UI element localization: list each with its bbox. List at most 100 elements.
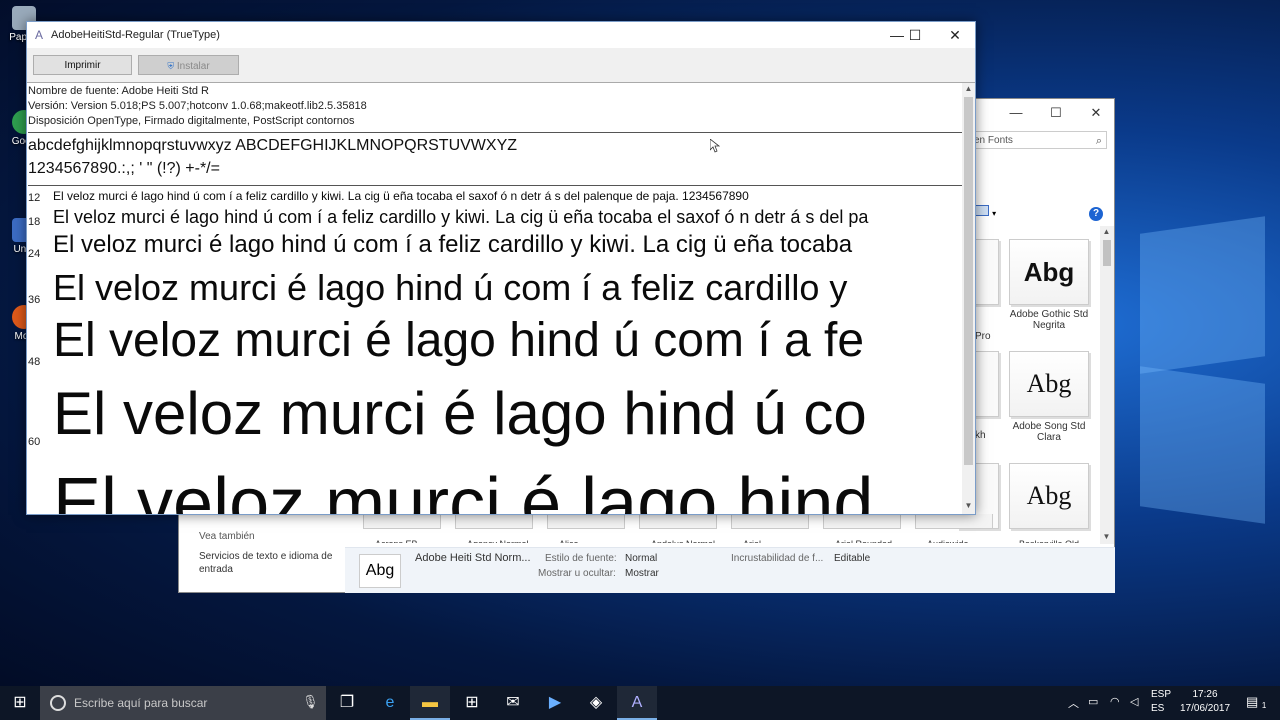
start-button[interactable]: ⊞ <box>0 686 40 720</box>
maximize-button[interactable]: ☐ <box>897 26 933 44</box>
shield-icon: ⛨ <box>167 61 175 71</box>
font-tile-label: Adobe Gothic Std Negrita <box>1009 309 1089 331</box>
charset-numbers: 1234567890.:,; ' " (!?) +-*/= <box>28 160 220 177</box>
font-tile-adobe-gothic[interactable]: Abg Adobe Gothic Std Negrita <box>1009 239 1089 331</box>
sample-size-label: 48 <box>28 356 41 368</box>
explorer-maximize-button[interactable]: ☐ <box>1041 105 1071 123</box>
explorer-scrollbar[interactable]: ▲ ▼ <box>1100 226 1114 544</box>
mail-icon: ✉ <box>506 694 520 711</box>
font-tile-bottom[interactable] <box>823 514 901 529</box>
font-preview: Abg <box>1009 463 1089 529</box>
install-label: Instalar <box>176 61 210 72</box>
show-hide-label: Mostrar u ocultar: <box>538 568 616 579</box>
scrollbar-thumb[interactable] <box>964 97 973 465</box>
font-tile-label: Adobe Song Std Clara <box>1012 421 1086 443</box>
charset-letters: abcdefghijklmnopqrstuvwxyz ABCDEFGHIJKLM… <box>28 137 518 154</box>
taskbar-mail[interactable]: ✉ <box>493 686 533 720</box>
details-pane: Abg Adobe Heiti Std Norm... Estilo de fu… <box>345 547 1115 593</box>
viewer-title-bar[interactable]: A AdobeHeitiStd-Regular (TrueType) — ☐ ✕ <box>27 22 975 48</box>
wifi-icon[interactable]: ◠ <box>1110 695 1120 708</box>
font-tile-bottom[interactable] <box>731 514 809 529</box>
font-preview: Abg <box>1009 239 1089 305</box>
scroll-down-arrow[interactable]: ▼ <box>962 501 975 510</box>
sample-size-label: 36 <box>28 294 41 306</box>
divider <box>28 132 962 133</box>
fonts-search-input[interactable]: en Fonts ⌕ <box>969 131 1107 149</box>
show-hidden-icons[interactable]: ︿ <box>1068 695 1079 711</box>
language-top: ESP <box>1151 689 1172 700</box>
disposition-line: Disposición OpenType, Firmado digitalmen… <box>28 115 355 127</box>
volume-icon[interactable]: ◁ <box>1130 695 1138 708</box>
cortana-icon <box>50 695 66 711</box>
sample-text: El veloz murci é lago hind ú com í a fe <box>53 314 865 367</box>
viewer-scrollbar[interactable]: ▲ ▼ <box>962 83 975 514</box>
search-icon: ⌕ <box>1095 135 1102 147</box>
chevron-down-icon: ▾ <box>992 209 997 218</box>
view-icon <box>975 205 989 216</box>
scroll-down-arrow[interactable]: ▼ <box>1100 532 1113 541</box>
font-tile-bottom[interactable] <box>915 514 993 529</box>
font-tile-bottom[interactable] <box>363 514 441 529</box>
see-also-heading: Vea también <box>199 531 255 542</box>
viewer-toolbar: Imprimir ⛨ Instalar <box>27 48 975 83</box>
view-options-button[interactable]: ▾ <box>975 205 996 219</box>
font-tile-label: kh <box>975 430 986 441</box>
search-placeholder: Escribe aquí para buscar <box>74 696 208 710</box>
font-tile-label: Pro <box>975 331 991 342</box>
font-style-value: Normal <box>625 553 658 564</box>
microphone-icon[interactable]: 🎙 <box>302 694 319 710</box>
taskbar-edge[interactable]: e <box>370 686 410 720</box>
language-indicator[interactable]: ESP ES <box>1151 689 1171 714</box>
sample-text: El veloz murci é lago hind ú com í a fel… <box>53 189 749 203</box>
taskbar-video[interactable]: ▶ <box>535 686 575 720</box>
font-tile-bottom[interactable] <box>639 514 717 529</box>
task-view-button[interactable]: ❐ <box>327 686 367 720</box>
mouse-cursor-icon <box>710 139 720 153</box>
font-style-label: Estilo de fuente: <box>545 553 617 564</box>
windows-logo-wallpaper <box>1100 216 1270 525</box>
taskbar-search-box[interactable]: Escribe aquí para buscar 🎙 <box>40 686 326 720</box>
selected-font-preview: Abg <box>359 554 401 588</box>
notification-count: 1 <box>1261 701 1267 710</box>
explorer-minimize-button[interactable]: — <box>1001 105 1031 123</box>
version-line: Versión: Version 5.018;PS 5.007;hotconv … <box>28 100 367 112</box>
battery-icon[interactable]: ▭ <box>1088 695 1098 708</box>
font-viewer-icon: A <box>35 28 44 42</box>
sample-text: El veloz murci é lago hind ú com í a fel… <box>53 231 853 258</box>
clock-date: 17/06/2017 <box>1180 703 1231 714</box>
font-tile-bottom[interactable] <box>455 514 533 529</box>
taskbar-app[interactable]: ◈ <box>576 686 616 720</box>
sample-text: El veloz murci é lago hind ú com í a fel… <box>53 207 869 227</box>
sample-text: El veloz murci é lago hind <box>53 464 874 514</box>
taskbar-store[interactable]: ⊞ <box>452 686 492 720</box>
install-button[interactable]: ⛨ Instalar <box>138 55 239 75</box>
see-also-panel: Vea también Servicios de texto e idioma … <box>199 531 344 576</box>
font-tile-adobe-song[interactable]: Abg Adobe Song Std Clara <box>1009 351 1089 443</box>
explorer-close-button[interactable]: ✕ <box>1081 105 1111 123</box>
sample-text: El veloz murci é lago hind ú com í a fel… <box>53 267 848 308</box>
selected-font-name: Adobe Heiti Std Norm... <box>415 552 531 564</box>
scrollbar-thumb[interactable] <box>1103 240 1111 266</box>
task-view-icon: ❐ <box>339 694 355 711</box>
font-tile-serif[interactable]: Abg <box>1009 463 1089 533</box>
help-button[interactable]: ? <box>1089 207 1103 221</box>
font-viewer-window[interactable]: A AdobeHeitiStd-Regular (TrueType) — ☐ ✕… <box>26 21 976 515</box>
font-preview-area: Nombre de fuente: Adobe Heiti Std R Vers… <box>28 83 962 514</box>
font-tile-bottom[interactable] <box>547 514 625 529</box>
sample-size-label: 12 <box>28 192 41 204</box>
print-button[interactable]: Imprimir <box>33 55 132 75</box>
embeddability-label: Incrustabilidad de f... <box>731 553 824 564</box>
scroll-up-arrow[interactable]: ▲ <box>962 84 975 93</box>
divider <box>28 185 962 186</box>
text-services-link[interactable]: Servicios de texto e idioma de entrada <box>199 550 344 576</box>
font-name-line: Nombre de fuente: Adobe Heiti Std R <box>28 85 209 97</box>
clock[interactable]: 17:26 17/06/2017 <box>1180 689 1230 714</box>
font-viewer-icon: A <box>631 694 643 711</box>
action-center-button[interactable]: ▤ 1 <box>1246 694 1266 710</box>
taskbar-font-viewer[interactable]: A <box>617 686 657 720</box>
edge-icon: e <box>385 694 395 711</box>
taskbar-file-explorer[interactable]: ▬ <box>410 686 450 720</box>
close-button[interactable]: ✕ <box>937 26 973 44</box>
scroll-up-arrow[interactable]: ▲ <box>1100 227 1113 236</box>
show-hide-value: Mostrar <box>625 568 659 579</box>
